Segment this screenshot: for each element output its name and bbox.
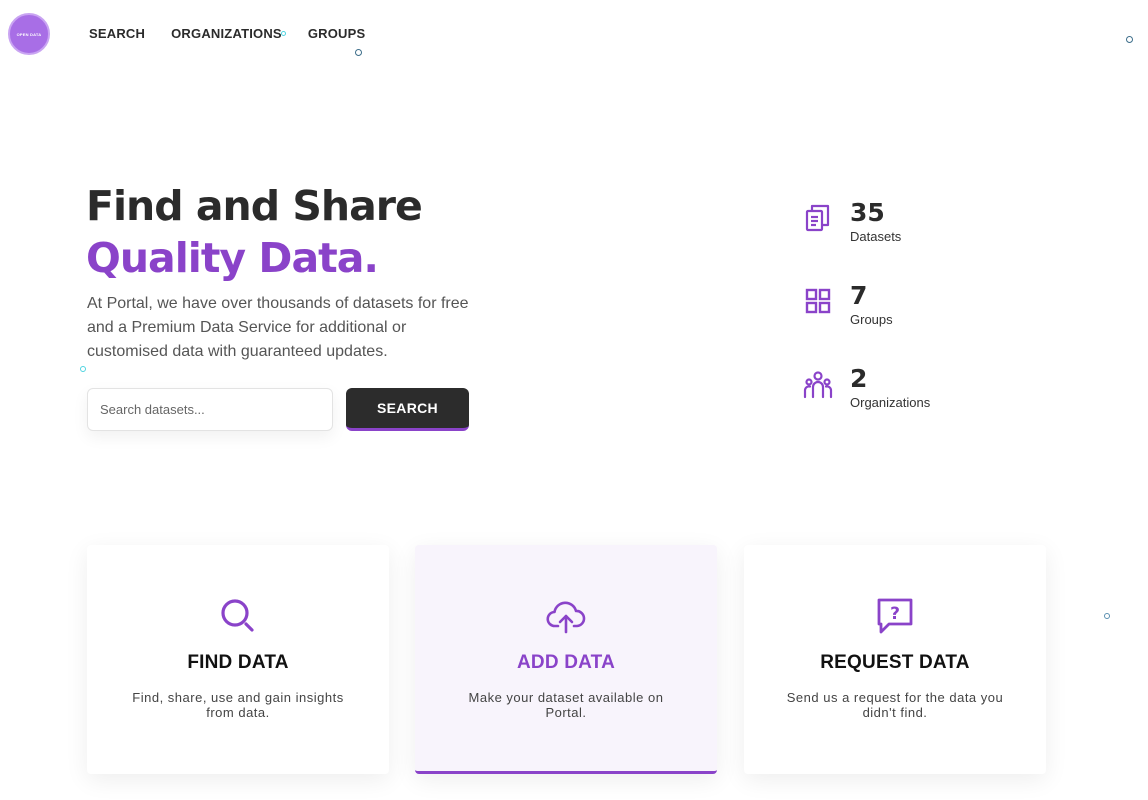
search-input[interactable]: [87, 388, 333, 431]
main-nav: SEARCH ORGANIZATIONS GROUPS: [89, 26, 391, 41]
decorative-dot: [80, 366, 86, 372]
decorative-dot: [355, 49, 362, 56]
card-description: Make your dataset available on Portal.: [468, 690, 664, 720]
logo-text: OPEN DATA: [16, 31, 42, 37]
search-button[interactable]: SEARCH: [346, 388, 469, 431]
hero-title: Find and Share Quality Data.: [86, 180, 423, 284]
stat-value: 35: [850, 198, 885, 227]
card-description: Find, share, use and gain insights from …: [132, 690, 344, 720]
nav-groups[interactable]: GROUPS: [308, 26, 366, 41]
stat-datasets: 35 Datasets: [803, 199, 901, 244]
cloud-upload-icon: [546, 601, 586, 634]
people-icon: [803, 371, 833, 399]
grid-icon: [805, 288, 831, 314]
card-description: Send us a request for the data you didn'…: [786, 690, 1004, 720]
nav-search[interactable]: SEARCH: [89, 26, 145, 41]
site-logo[interactable]: OPEN DATA: [8, 13, 50, 55]
stat-label: Organizations: [850, 395, 931, 410]
find-data-card[interactable]: FIND DATA Find, share, use and gain insi…: [87, 545, 389, 774]
nav-organizations[interactable]: ORGANIZATIONS: [171, 26, 282, 41]
hero-title-line2: Quality Data.: [86, 234, 379, 282]
hero-description: At Portal, we have over thousands of dat…: [87, 295, 469, 360]
search-icon: [221, 599, 254, 632]
decorative-dot: [1126, 36, 1133, 43]
card-title: REQUEST DATA: [820, 652, 970, 673]
stat-groups: 7 Groups: [803, 282, 893, 327]
card-title: FIND DATA: [187, 652, 289, 673]
decorative-dot: [281, 31, 286, 36]
stat-label: Groups: [850, 312, 893, 327]
card-title: ADD DATA: [517, 652, 615, 673]
request-data-card[interactable]: ? REQUEST DATA Send us a request for the…: [744, 545, 1046, 774]
svg-text:?: ?: [890, 604, 900, 624]
documents-icon: [805, 204, 830, 232]
add-data-card[interactable]: ADD DATA Make your dataset available on …: [415, 545, 717, 774]
stat-organizations: 2 Organizations: [803, 365, 930, 410]
stat-value: 7: [850, 281, 868, 310]
question-chat-icon: ?: [877, 598, 913, 634]
hero-title-line1: Find and Share: [86, 182, 423, 230]
decorative-dot: [1104, 613, 1110, 619]
stat-value: 2: [850, 364, 868, 393]
stat-label: Datasets: [850, 229, 902, 244]
